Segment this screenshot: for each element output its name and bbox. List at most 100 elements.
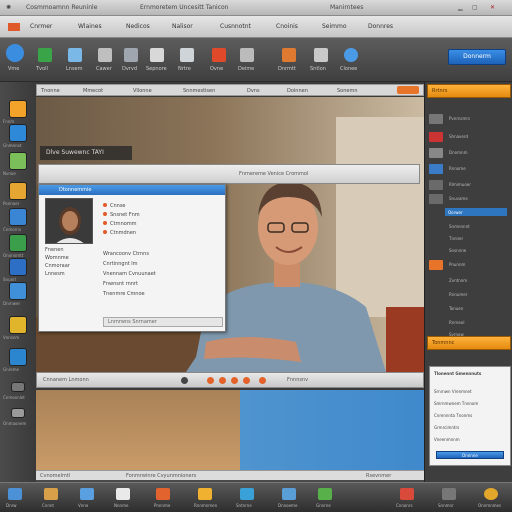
globe-icon[interactable] (6, 44, 24, 62)
panel-row[interactable]: Snmnnnnt (429, 222, 509, 232)
panel-row[interactable]: Zvntnnm (429, 276, 509, 286)
panel-row[interactable]: Snsnnrw (429, 246, 509, 256)
preview-clip-left[interactable] (36, 390, 240, 470)
photo-red-icon[interactable] (212, 48, 226, 62)
panel-row[interactable]: Dnnmnm (429, 148, 509, 158)
chat-entry[interactable]: Fnwnsnt rnnrt (103, 281, 138, 287)
chart-icon[interactable] (400, 488, 414, 500)
play-icon[interactable] (207, 377, 214, 384)
chat-entry[interactable]: Ctrnnomm (103, 221, 137, 227)
panel-row[interactable]: Rnnumer (429, 290, 509, 300)
folder-orange-icon[interactable] (9, 100, 27, 118)
book-icon[interactable] (150, 48, 164, 62)
folder-task-icon[interactable] (44, 488, 58, 500)
section-header[interactable]: Tonmnnc (427, 336, 511, 350)
globe-task-icon[interactable] (484, 488, 498, 500)
toolbar-label: Ovne (210, 66, 224, 72)
panel-row[interactable]: Snuvame (429, 194, 509, 204)
gear-icon[interactable] (11, 408, 25, 418)
monitor-task-icon[interactable] (282, 488, 296, 500)
forward-icon[interactable] (259, 377, 266, 384)
chat-entry[interactable]: Cnrtinngnt lm (103, 261, 138, 267)
cube-icon[interactable] (240, 488, 254, 500)
window-title-bar: ✺ Cosmmoamnn Reuninle Ernmoretem Uncesit… (0, 0, 512, 16)
close-icon[interactable]: ✕ (490, 4, 495, 11)
message-input[interactable]: Lnmrwns Snrnamer (103, 317, 223, 327)
chat-entry[interactable]: Wrancoonv Ctrnns (103, 251, 149, 257)
menu-item[interactable]: Nedicos (126, 23, 150, 30)
tree-icon[interactable] (9, 234, 27, 252)
selected-row-highlight[interactable]: Oorwer (445, 208, 507, 216)
menu-item[interactable]: Cnoinis (276, 23, 298, 30)
book-blue-icon[interactable] (9, 258, 27, 276)
window-icon[interactable] (80, 488, 94, 500)
tile-icon[interactable] (180, 48, 194, 62)
menu-item[interactable]: Cusnnotnt (220, 23, 251, 30)
taskbar-label: Dnrw (6, 503, 17, 508)
chat-entry[interactable]: Cnnse (103, 203, 126, 209)
breadcrumb-item[interactable]: Vllonne (133, 88, 152, 94)
camera-icon[interactable] (314, 48, 328, 62)
people-icon[interactable] (318, 488, 332, 500)
panel-row[interactable]: Tonuen (429, 304, 509, 314)
menu-item[interactable]: Seimmo (322, 23, 347, 30)
breadcrumb-item[interactable]: Tnonne (41, 88, 60, 94)
folder-icon[interactable] (9, 182, 27, 200)
menu-item[interactable]: Wlaines (78, 23, 102, 30)
chat-entry[interactable]: Vnennam Cvnuunaet (103, 271, 156, 277)
globe-blue-icon[interactable] (344, 48, 358, 62)
card-action-button[interactable]: Dnnnne (436, 451, 504, 459)
primary-action-button[interactable]: Donnerm (448, 49, 506, 65)
note-icon[interactable] (9, 316, 27, 334)
breadcrumb-item[interactable]: Mmecot (83, 88, 103, 94)
rewind-icon[interactable] (181, 377, 188, 384)
menu-item[interactable]: Donnres (368, 23, 393, 30)
record-icon[interactable] (243, 377, 250, 384)
breadcrumb-item[interactable]: Sonemn (337, 88, 358, 94)
gear-task-icon[interactable] (442, 488, 456, 500)
chat-entry[interactable]: Ctnmdnen (103, 230, 136, 236)
breadcrumb-item[interactable]: Snnmestisen (183, 88, 215, 94)
page-icon[interactable] (116, 488, 130, 500)
photo-task-icon[interactable] (156, 488, 170, 500)
grid-icon[interactable] (240, 48, 254, 62)
maximize-icon[interactable]: ▢ (472, 4, 478, 11)
menu-item[interactable]: Cnrmer (30, 23, 52, 30)
chat-entry[interactable]: Snsnet Fnm (103, 212, 140, 218)
breadcrumb-item[interactable]: Dvns (247, 88, 260, 94)
preview-clip-right[interactable] (240, 390, 424, 470)
pause-icon[interactable] (219, 377, 226, 384)
doc-blue-icon[interactable] (9, 124, 27, 142)
card-line: Grmrcimntrs (434, 425, 460, 430)
taskbar-label: Sntnrne (236, 503, 252, 508)
panel-row[interactable]: Shnaverd (429, 132, 509, 142)
stack-icon[interactable] (9, 208, 27, 226)
panel-row[interactable]: Rnnome (429, 164, 509, 174)
stop-icon[interactable] (231, 377, 238, 384)
cloud-icon[interactable] (9, 348, 27, 366)
picture-icon[interactable] (282, 48, 296, 62)
panel-row[interactable]: Tnnner (429, 234, 509, 244)
menu-item[interactable]: Nalisor (172, 23, 193, 30)
pen-icon[interactable] (68, 48, 82, 62)
minimize-icon[interactable]: ▁ (458, 4, 463, 11)
star-icon[interactable] (198, 488, 212, 500)
frame-icon[interactable] (98, 48, 112, 62)
path-action-icon[interactable] (397, 86, 419, 94)
right-panel-header[interactable]: Rrtnrs (427, 84, 511, 98)
chat-entry[interactable]: Tnenmre Cmnoe (103, 291, 145, 297)
leaf-icon[interactable] (38, 48, 52, 62)
panel-row[interactable]: Pnunnm (429, 260, 509, 270)
panel-row[interactable]: Pvnrnsmrs (429, 114, 509, 124)
screen-icon[interactable] (8, 488, 22, 500)
breadcrumb-item[interactable]: Doinnen (287, 88, 308, 94)
image-icon[interactable] (9, 152, 27, 170)
taskbar-label: Vnne (78, 503, 89, 508)
monitor-icon[interactable] (9, 282, 27, 300)
menu-logo-icon[interactable] (8, 23, 20, 31)
settings-icon[interactable] (11, 382, 25, 392)
contact-avatar[interactable] (45, 198, 93, 244)
film-icon[interactable] (124, 48, 138, 62)
panel-row[interactable]: Rnrneol (429, 318, 509, 328)
panel-row[interactable]: Rlmimuoer (429, 180, 509, 190)
